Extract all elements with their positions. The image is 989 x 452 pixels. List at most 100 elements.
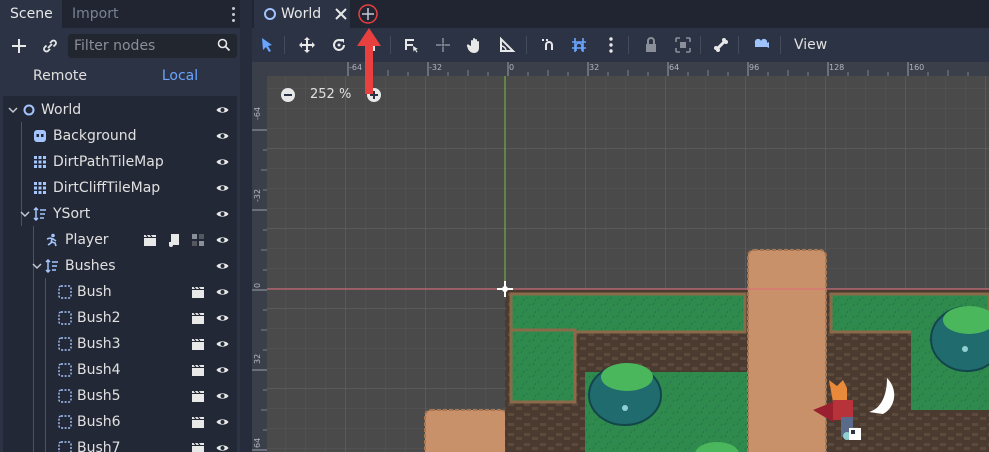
visibility-eye-icon[interactable] bbox=[216, 443, 229, 452]
open-scene-clapper-icon[interactable] bbox=[191, 285, 205, 299]
group-icon[interactable] bbox=[674, 36, 692, 54]
tree-row-label: Background bbox=[53, 128, 137, 144]
visibility-eye-icon[interactable] bbox=[216, 261, 229, 271]
tree-row-label: DirtCliffTileMap bbox=[53, 180, 161, 196]
tree-row-bush4[interactable]: Bush4 bbox=[3, 357, 237, 383]
instance-icon bbox=[58, 337, 72, 351]
zoom-out-button[interactable] bbox=[280, 87, 296, 103]
remote-tab[interactable]: Remote bbox=[0, 64, 120, 88]
scene-tab-world[interactable]: World bbox=[254, 0, 350, 28]
instance-icon bbox=[58, 389, 72, 403]
view-menu-button[interactable]: View bbox=[794, 28, 827, 62]
scene-canvas bbox=[267, 62, 989, 452]
select-mode-icon[interactable] bbox=[258, 36, 276, 54]
ruler-icon[interactable] bbox=[498, 36, 516, 54]
toolbar-separator bbox=[738, 36, 739, 54]
visibility-eye-icon[interactable] bbox=[216, 183, 229, 193]
ruler-label: -64 bbox=[253, 106, 262, 120]
open-scene-clapper-icon[interactable] bbox=[191, 311, 205, 325]
ruler-label: 0 bbox=[509, 63, 515, 72]
visibility-eye-icon[interactable] bbox=[216, 417, 229, 427]
ruler-label: 32 bbox=[253, 353, 262, 364]
zoom-level[interactable]: 252 % bbox=[310, 87, 351, 103]
move-mode-icon[interactable] bbox=[298, 36, 316, 54]
ruler-label: 128 bbox=[829, 63, 845, 72]
tree-row-bushes[interactable]: Bushes bbox=[3, 253, 237, 279]
visibility-eye-icon[interactable] bbox=[216, 365, 229, 375]
group-lock-icon[interactable] bbox=[191, 233, 205, 247]
tree-row-label: Bush bbox=[77, 284, 112, 300]
tree-row-bush3[interactable]: Bush3 bbox=[3, 331, 237, 357]
tree-row-dirtpathtilemap[interactable]: DirtPathTileMap bbox=[3, 149, 237, 175]
ruler-label: 0 bbox=[253, 282, 262, 288]
chevron-down-icon[interactable] bbox=[8, 105, 18, 115]
tree-row-ysort[interactable]: YSort bbox=[3, 201, 237, 227]
visibility-eye-icon[interactable] bbox=[216, 339, 229, 349]
tree-row-label: World bbox=[41, 102, 82, 118]
tree-row-bush6[interactable]: Bush6 bbox=[3, 409, 237, 435]
filter-nodes-field[interactable] bbox=[68, 34, 237, 58]
add-scene-tab-button[interactable] bbox=[358, 4, 378, 24]
sprite-icon bbox=[34, 130, 46, 142]
tab-import[interactable]: Import bbox=[62, 0, 128, 28]
tree-row-bush5[interactable]: Bush5 bbox=[3, 383, 237, 409]
open-scene-clapper-icon[interactable] bbox=[143, 233, 157, 247]
toolbar-separator bbox=[628, 36, 629, 54]
visibility-eye-icon[interactable] bbox=[216, 235, 229, 245]
tree-row-world[interactable]: World bbox=[3, 97, 237, 123]
visibility-eye-icon[interactable] bbox=[216, 157, 229, 167]
list-select-icon[interactable] bbox=[402, 36, 420, 54]
tree-row-background[interactable]: Background bbox=[3, 123, 237, 149]
tree-row-player[interactable]: Player bbox=[3, 227, 237, 253]
visibility-eye-icon[interactable] bbox=[216, 105, 229, 115]
tree-row-dirtclifftilemap[interactable]: DirtCliffTileMap bbox=[3, 175, 237, 201]
open-scene-clapper-icon[interactable] bbox=[191, 389, 205, 403]
tree-row-label: Bush4 bbox=[77, 362, 121, 378]
camera-override-icon[interactable] bbox=[752, 36, 770, 54]
tree-row-label: Bush5 bbox=[77, 388, 121, 404]
open-scene-clapper-icon[interactable] bbox=[191, 363, 205, 377]
instance-icon bbox=[58, 363, 72, 377]
canvas-viewport[interactable] bbox=[267, 62, 989, 452]
ruler-label: -32 bbox=[253, 188, 262, 202]
ruler-vertical[interactable]: -64 -32 0 32 64 bbox=[252, 62, 267, 452]
chevron-down-icon[interactable] bbox=[20, 209, 30, 219]
tree-row-bush2[interactable]: Bush2 bbox=[3, 305, 237, 331]
visibility-eye-icon[interactable] bbox=[216, 313, 229, 323]
ruler-label: 96 bbox=[749, 63, 760, 72]
instance-scene-button[interactable] bbox=[38, 34, 62, 58]
tree-row-bush[interactable]: Bush bbox=[3, 279, 237, 305]
visibility-eye-icon[interactable] bbox=[216, 287, 229, 297]
pan-hand-icon[interactable] bbox=[466, 36, 484, 54]
scene-tabs: World bbox=[252, 0, 989, 28]
tree-row-label: Bush3 bbox=[77, 336, 121, 352]
close-icon[interactable] bbox=[334, 7, 348, 21]
node2d-circle-icon bbox=[264, 8, 276, 20]
visibility-eye-icon[interactable] bbox=[216, 391, 229, 401]
pivot-icon[interactable] bbox=[434, 36, 452, 54]
grid-snap-icon[interactable] bbox=[570, 36, 588, 54]
dock-menu-icon[interactable] bbox=[228, 5, 238, 23]
tab-scene[interactable]: Scene bbox=[0, 0, 62, 28]
toolbar-separator bbox=[390, 36, 391, 54]
tree-row-bush7[interactable]: Bush7 bbox=[3, 435, 237, 452]
chevron-down-icon[interactable] bbox=[32, 261, 42, 271]
visibility-eye-icon[interactable] bbox=[216, 209, 229, 219]
open-scene-clapper-icon[interactable] bbox=[191, 337, 205, 351]
filter-nodes-input[interactable] bbox=[74, 34, 214, 58]
lock-icon[interactable] bbox=[642, 36, 660, 54]
annotation-arrow-icon bbox=[357, 28, 381, 94]
open-scene-clapper-icon[interactable] bbox=[191, 415, 205, 429]
scene-dock: Scene Import Remote Local World bbox=[0, 0, 240, 452]
ruler-label: -32 bbox=[429, 63, 443, 72]
kebab-menu-icon[interactable] bbox=[602, 36, 620, 54]
rotate-mode-icon[interactable] bbox=[330, 36, 348, 54]
open-scene-clapper-icon[interactable] bbox=[191, 441, 205, 452]
skeleton-bone-icon[interactable] bbox=[712, 36, 730, 54]
script-icon[interactable] bbox=[167, 233, 181, 247]
local-tab[interactable]: Local bbox=[120, 64, 240, 88]
visibility-eye-icon[interactable] bbox=[216, 131, 229, 141]
add-node-button[interactable] bbox=[7, 34, 31, 58]
smart-snap-icon[interactable] bbox=[540, 36, 558, 54]
tree-row-label: Bushes bbox=[65, 258, 116, 274]
